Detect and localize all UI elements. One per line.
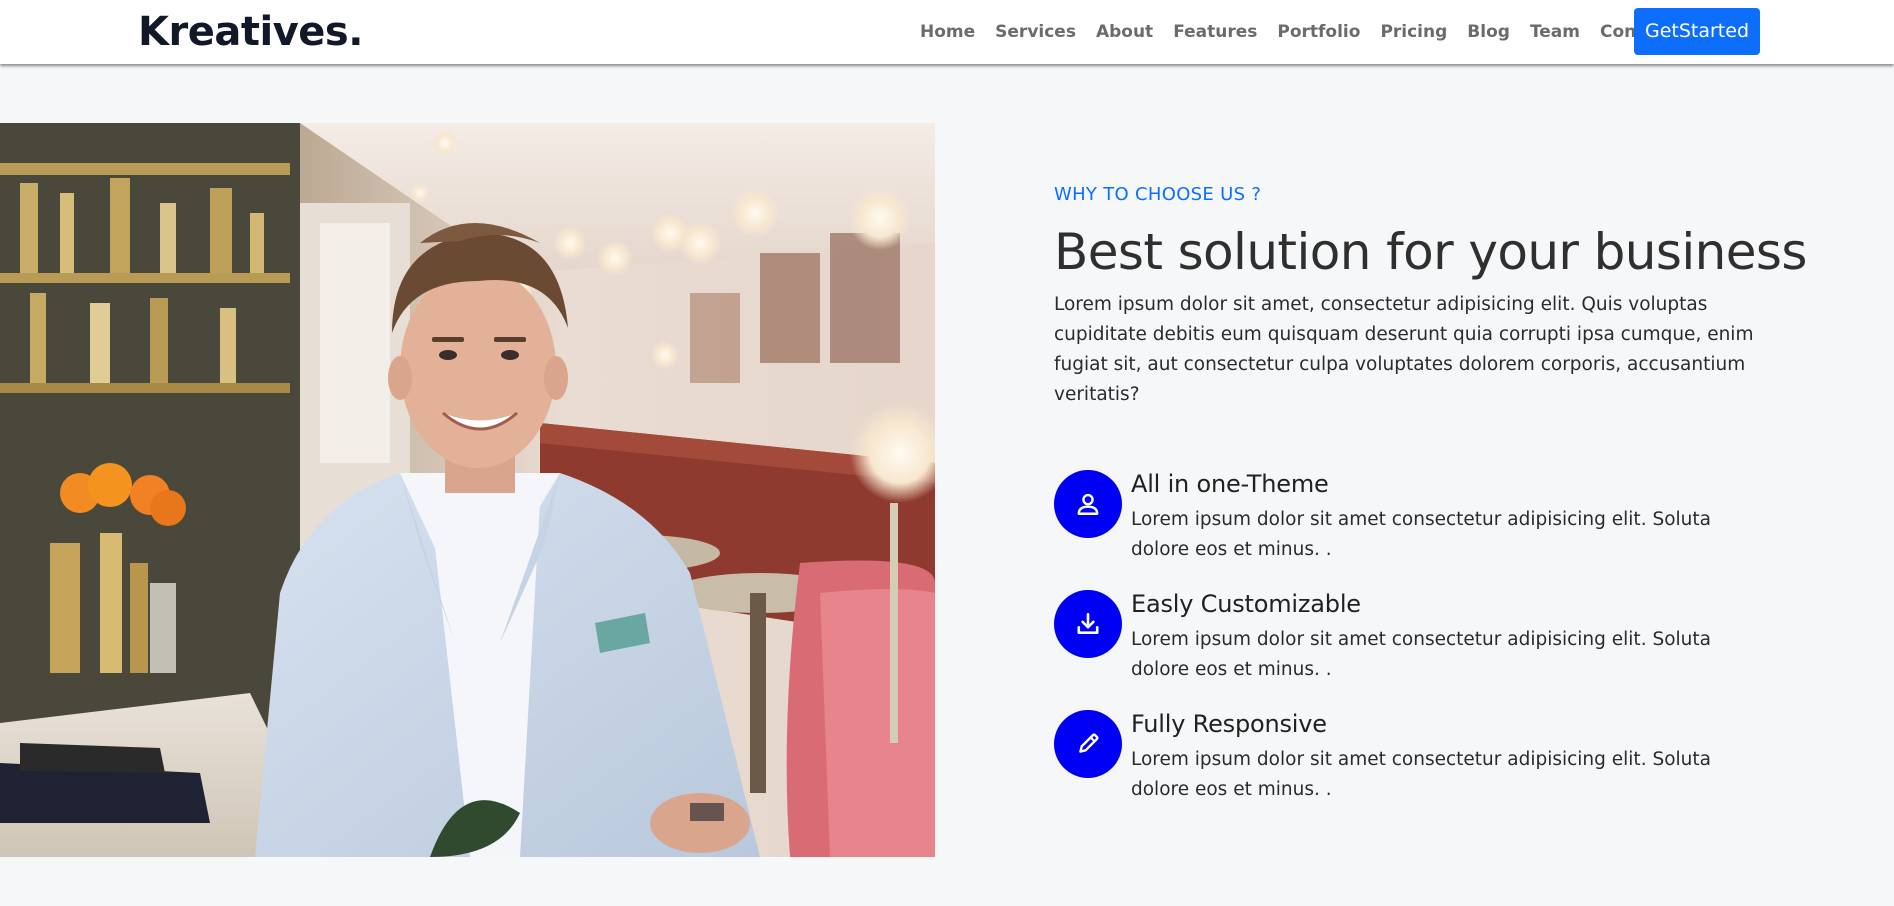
download-icon: [1054, 590, 1122, 658]
feature-item: All in one-Theme Lorem ipsum dolor sit a…: [1054, 470, 1774, 590]
hero-photo: [0, 123, 935, 857]
nav-link-portfolio[interactable]: Portfolio: [1277, 22, 1360, 42]
brand-logo[interactable]: Kreatives.: [138, 8, 363, 56]
feature-description: Lorem ipsum dolor sit amet consectetur a…: [1131, 509, 1711, 560]
feature-body: All in one-Theme Lorem ipsum dolor sit a…: [1131, 467, 1771, 565]
feature-description: Lorem ipsum dolor sit amet consectetur a…: [1131, 629, 1711, 680]
section-eyebrow: WHY TO CHOOSE US ?: [1054, 184, 1262, 205]
section-title: Best solution for your business: [1054, 223, 1807, 281]
feature-title: All in one-Theme: [1131, 470, 1329, 498]
nav-link-home[interactable]: Home: [920, 22, 975, 42]
nav-link-pricing[interactable]: Pricing: [1380, 22, 1447, 42]
nav-link-about[interactable]: About: [1096, 22, 1153, 42]
section-description: Lorem ipsum dolor sit amet, consectetur …: [1054, 294, 1754, 405]
feature-body: Easly Customizable Lorem ipsum dolor sit…: [1131, 587, 1771, 685]
pencil-icon: [1054, 710, 1122, 778]
feature-title: Easly Customizable: [1131, 590, 1361, 618]
feature-list: All in one-Theme Lorem ipsum dolor sit a…: [1054, 470, 1774, 830]
nav-link-features[interactable]: Features: [1173, 22, 1257, 42]
feature-title: Fully Responsive: [1131, 710, 1327, 738]
why-choose-us-section: WHY TO CHOOSE US ? Best solution for you…: [1054, 180, 1807, 830]
nav-link-services[interactable]: Services: [995, 22, 1076, 42]
feature-body: Fully Responsive Lorem ipsum dolor sit a…: [1131, 707, 1771, 805]
feature-item: Easly Customizable Lorem ipsum dolor sit…: [1054, 590, 1774, 710]
get-started-button[interactable]: GetStarted: [1634, 8, 1760, 55]
feature-description: Lorem ipsum dolor sit amet consectetur a…: [1131, 749, 1711, 800]
navbar: Kreatives. Home Services About Features …: [0, 0, 1894, 64]
man-in-restaurant-image: [0, 123, 935, 857]
user-icon: [1054, 470, 1122, 538]
nav-link-team[interactable]: Team: [1530, 22, 1580, 42]
feature-item: Fully Responsive Lorem ipsum dolor sit a…: [1054, 710, 1774, 830]
nav-link-blog[interactable]: Blog: [1467, 22, 1510, 42]
nav-menu: Home Services About Features Portfolio P…: [920, 0, 1694, 64]
